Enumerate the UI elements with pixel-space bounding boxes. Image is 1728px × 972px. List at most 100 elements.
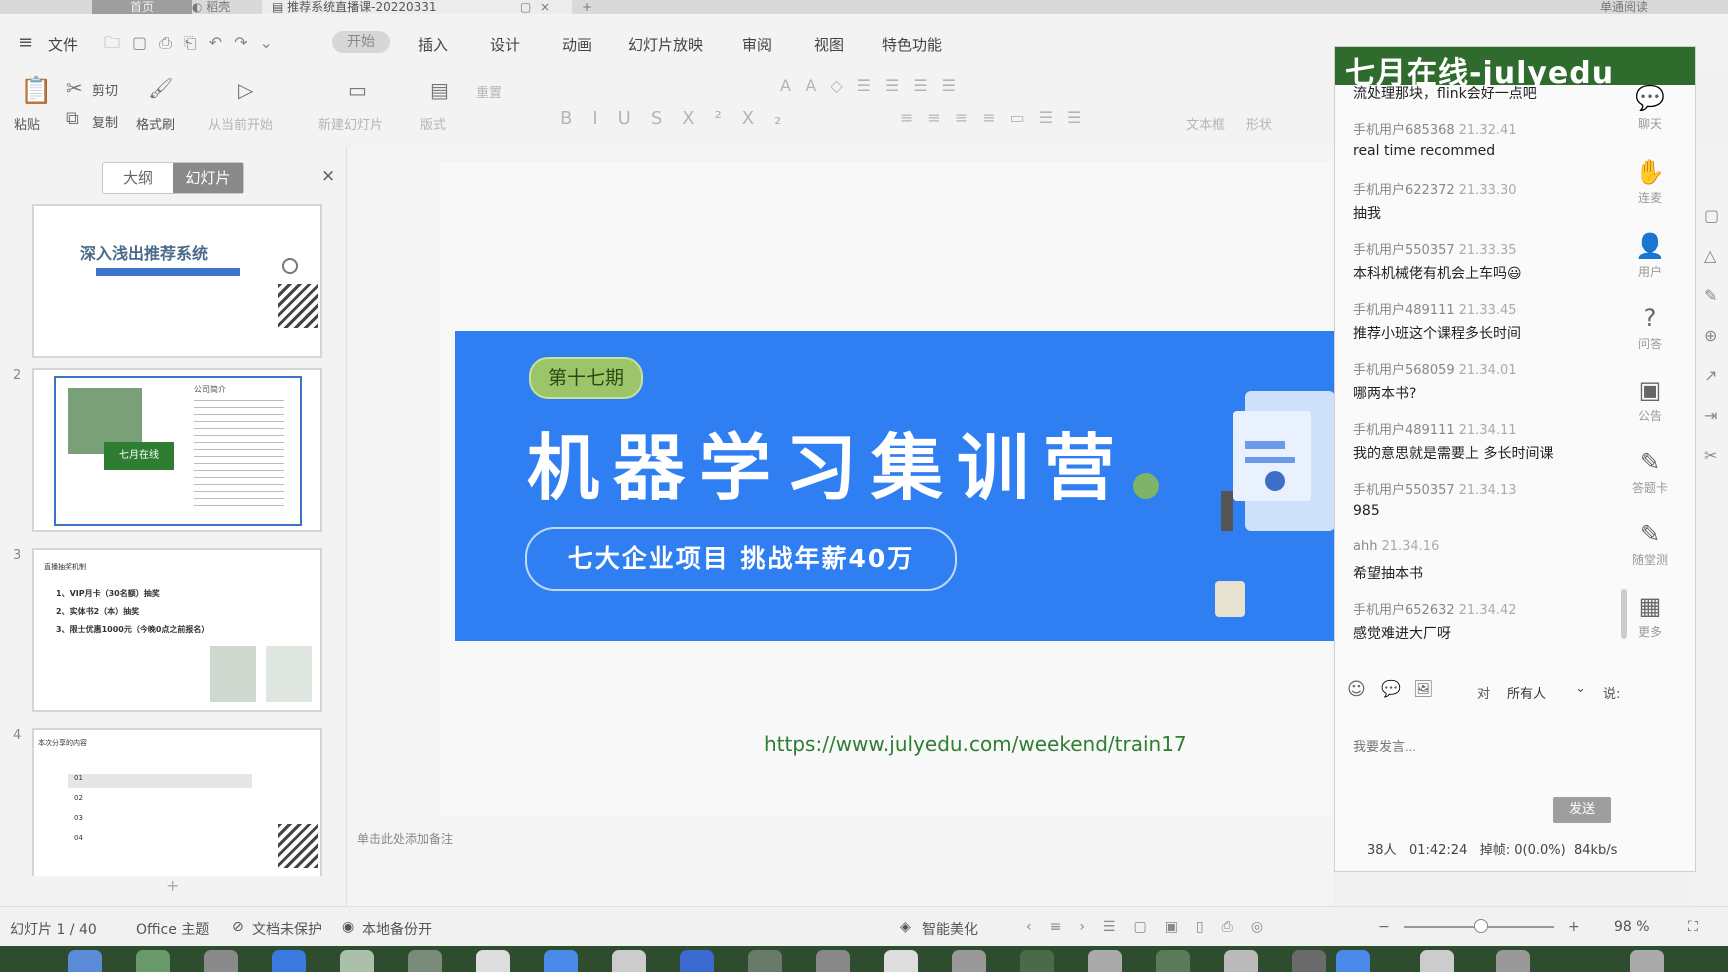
- slide-thumbnail-4[interactable]: 本次分享的内容 01 02 03 04: [32, 728, 322, 876]
- slide-banner[interactable]: 第十七期 机器学习集训营 七大企业项目 挑战年薪40万: [455, 331, 1335, 641]
- paste-icon[interactable]: 📋: [20, 76, 52, 106]
- side-button-more[interactable]: ▦ 更多: [1627, 591, 1673, 640]
- paragraph-align-icons[interactable]: ≡≡≡≡▭☰☰: [900, 108, 1095, 127]
- app-icon[interactable]: [204, 950, 238, 972]
- app-icon[interactable]: [952, 950, 986, 972]
- slide-thumbnail-3[interactable]: 直播抽奖机制 1、VIP月卡（30名额）抽奖 2、实体书2（本）抽奖 3、限士优…: [32, 548, 322, 712]
- menu-tab-start[interactable]: 开始: [332, 31, 390, 53]
- app-icon[interactable]: [1336, 950, 1370, 972]
- add-slide-icon[interactable]: +: [166, 876, 179, 895]
- side-button-quiz[interactable]: ✎ 随堂测: [1627, 519, 1673, 568]
- menu-file[interactable]: 文件: [48, 34, 78, 55]
- emoji-icon[interactable]: ☺: [1347, 679, 1366, 700]
- app-icon[interactable]: [748, 950, 782, 972]
- app-icon[interactable]: [476, 950, 510, 972]
- app-icon[interactable]: [1292, 950, 1326, 972]
- chevron-down-icon[interactable]: ⌄: [1575, 681, 1586, 696]
- app-icon[interactable]: [544, 950, 578, 972]
- zoom-out-icon[interactable]: −: [1378, 919, 1390, 935]
- tab-slides[interactable]: 幻灯片: [173, 163, 243, 193]
- menu-tab-view[interactable]: 视图: [814, 34, 844, 55]
- app-icon[interactable]: [1020, 950, 1054, 972]
- app-icon[interactable]: [1420, 950, 1454, 972]
- new-slide-icon[interactable]: ▭: [348, 78, 367, 102]
- app-icon[interactable]: [1496, 950, 1530, 972]
- from-current-button[interactable]: 从当前开始: [208, 114, 273, 133]
- menu-tab-animation[interactable]: 动画: [562, 34, 592, 55]
- tab-outline[interactable]: 大纲: [103, 163, 173, 193]
- smart-beautify-button[interactable]: 智能美化: [922, 919, 978, 939]
- menu-tab-slideshow[interactable]: 幻灯片放映: [628, 34, 703, 55]
- side-tool-icons[interactable]: ▢ △ ✎ ⊕ ↗ ⇥ ✂: [1704, 196, 1719, 476]
- trash-icon[interactable]: [1630, 950, 1664, 972]
- theme-name[interactable]: Office 主题: [136, 919, 209, 939]
- app-icon[interactable]: [1156, 950, 1190, 972]
- slide-thumbnail-2[interactable]: 七月在线 公司简介: [32, 368, 322, 532]
- copy-icon[interactable]: ⧉: [66, 108, 79, 129]
- side-button-mic[interactable]: ✋ 连麦: [1627, 157, 1673, 206]
- doc-protect-status[interactable]: 文档未保护: [252, 919, 322, 939]
- format-painter-icon[interactable]: 🖌: [148, 76, 173, 100]
- tab-docer[interactable]: ◐ 稻壳: [182, 0, 240, 14]
- tab-home[interactable]: 首页: [92, 0, 192, 14]
- side-button-answer-card[interactable]: ✎ 答题卡: [1627, 447, 1673, 496]
- zoom-in-icon[interactable]: +: [1568, 919, 1580, 935]
- app-icon[interactable]: [408, 950, 442, 972]
- app-icon[interactable]: [272, 950, 306, 972]
- scissors-icon[interactable]: ✂: [66, 76, 83, 100]
- quick-access-icons[interactable]: 🗀▢⎙⎗↶↷⌄: [104, 32, 285, 59]
- reading-mode-label[interactable]: 单通阅读: [1590, 0, 1658, 14]
- app-icon[interactable]: [612, 950, 646, 972]
- zoom-level[interactable]: 98 %: [1614, 919, 1650, 935]
- slide-url-link[interactable]: https://www.julyedu.com/weekend/train17: [764, 732, 1187, 756]
- backup-status[interactable]: 本地备份开: [362, 919, 432, 939]
- thumb-4-row-1: 01: [68, 774, 252, 788]
- format-painter-button[interactable]: 格式刷: [136, 114, 175, 133]
- app-icon[interactable]: [816, 950, 850, 972]
- close-panel-icon[interactable]: ×: [321, 166, 335, 186]
- menu-tab-review[interactable]: 审阅: [742, 34, 772, 55]
- app-icon[interactable]: [884, 950, 918, 972]
- finder-icon[interactable]: [68, 950, 102, 972]
- zoom-slider-thumb[interactable]: [1474, 919, 1488, 933]
- side-button-users[interactable]: 👤 用户: [1627, 231, 1673, 280]
- layout-icon[interactable]: ▤: [430, 78, 449, 102]
- side-button-qa[interactable]: ? 问答: [1627, 303, 1673, 352]
- view-mode-icons[interactable]: ‹≡›☰▢▣▯⎙◎: [1026, 919, 1281, 935]
- layout-button[interactable]: 版式: [420, 114, 446, 133]
- chat-input[interactable]: [1347, 711, 1615, 781]
- send-button[interactable]: 发送: [1553, 797, 1611, 823]
- side-button-chat[interactable]: 💬 聊天: [1627, 83, 1673, 132]
- app-icon[interactable]: [1088, 950, 1122, 972]
- app-icon[interactable]: [1224, 950, 1258, 972]
- new-slide-button[interactable]: 新建幻灯片: [318, 114, 383, 133]
- menu-tab-features[interactable]: 特色功能: [882, 34, 942, 55]
- frame-drop: 掉帧: 0(0.0%): [1479, 843, 1566, 858]
- textbox-button[interactable]: 文本框: [1186, 114, 1225, 133]
- notes-placeholder[interactable]: 单击此处添加备注: [357, 830, 453, 847]
- font-size-icons[interactable]: AA◇☰☰☰☰: [780, 76, 970, 95]
- menu-tab-design[interactable]: 设计: [490, 34, 520, 55]
- copy-button[interactable]: 复制: [92, 112, 118, 131]
- shape-button[interactable]: 形状: [1246, 114, 1272, 133]
- paste-button[interactable]: 粘贴: [14, 114, 40, 133]
- image-icon[interactable]: 🖼: [1413, 679, 1433, 698]
- tab-close-icon[interactable]: ×: [530, 0, 560, 14]
- bubble-icon[interactable]: 💬: [1381, 679, 1401, 698]
- font-style-icons[interactable]: BIUSX²X₂: [560, 108, 801, 129]
- hamburger-menu-icon[interactable]: ≡: [18, 32, 33, 53]
- app-icon[interactable]: [680, 950, 714, 972]
- fit-window-icon[interactable]: ⛶: [1688, 919, 1698, 935]
- app-icon[interactable]: [136, 950, 170, 972]
- chat-user: 手机用户489111: [1353, 303, 1455, 318]
- slide-thumbnail-1[interactable]: 深入浅出推荐系统: [32, 204, 322, 358]
- reset-button[interactable]: 重置: [476, 82, 502, 101]
- recipient-select[interactable]: 所有人: [1507, 683, 1546, 702]
- play-icon[interactable]: ▷: [238, 78, 253, 102]
- cut-button[interactable]: 剪切: [92, 80, 118, 99]
- app-icon[interactable]: [340, 950, 374, 972]
- menu-tab-insert[interactable]: 插入: [418, 34, 448, 55]
- side-button-notice[interactable]: ▣ 公告: [1627, 375, 1673, 424]
- chat-time: 21.34.16: [1381, 539, 1440, 554]
- new-tab-icon[interactable]: +: [572, 0, 602, 14]
